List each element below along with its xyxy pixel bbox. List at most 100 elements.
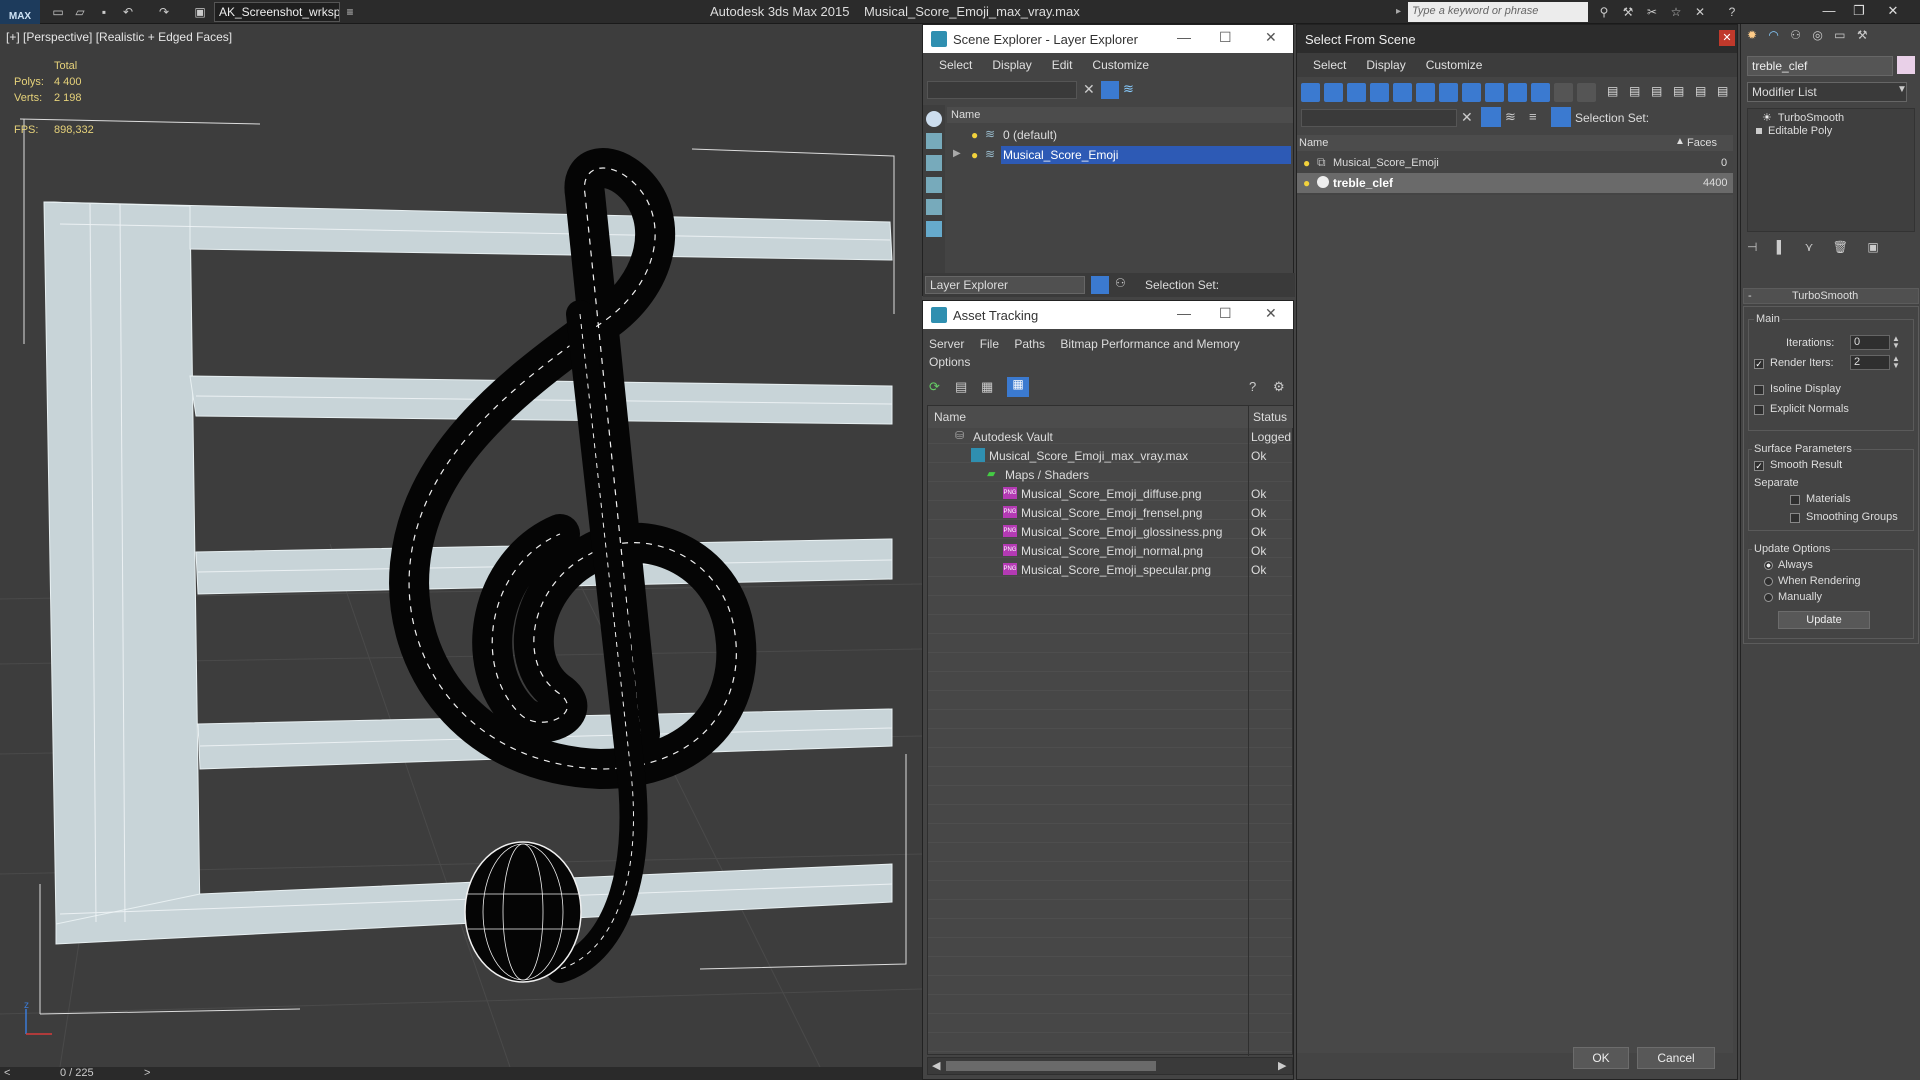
hierarchy-icon[interactable] [1551, 107, 1571, 127]
subscription-icon[interactable]: ✂ [1644, 4, 1660, 20]
column-header-name[interactable]: Name [928, 406, 1248, 428]
display-cameras-icon[interactable] [926, 199, 942, 215]
remove-modifier-icon[interactable]: 🗑 [1833, 240, 1848, 254]
collapse-icon[interactable]: ▤ [1717, 84, 1733, 100]
close-icon[interactable]: ✕ [1265, 29, 1277, 46]
select-from-scene-titlebar[interactable]: Select From Scene ✕ [1297, 25, 1737, 53]
asset-row[interactable]: Musical_Score_Emoji_max_vray.max Ok [927, 446, 1293, 465]
always-radio[interactable] [1764, 561, 1773, 570]
render-iters-spinner[interactable]: 2 [1850, 355, 1890, 370]
filter-icon[interactable] [1481, 107, 1501, 127]
filter-toggle-icon[interactable]: ▤ [1673, 84, 1689, 100]
display-tab-icon[interactable]: ▭ [1834, 28, 1845, 42]
scroll-right-icon[interactable]: ▶ [1278, 1059, 1286, 1072]
explicit-normals-checkbox[interactable] [1754, 405, 1764, 415]
expand-arrow-icon[interactable]: ▶ [953, 148, 961, 159]
hierarchy-icon[interactable]: ⚇ [1115, 276, 1133, 294]
shapes-filter-icon[interactable] [1347, 83, 1366, 102]
new-file-icon[interactable]: ▭ [50, 4, 66, 20]
asset-row[interactable]: PNG Musical_Score_Emoji_diffuse.png Ok [927, 484, 1293, 503]
help-icon[interactable]: ? [1724, 4, 1740, 20]
isoline-checkbox[interactable] [1754, 385, 1764, 395]
asset-row[interactable]: ▰ Maps / Shaders [927, 465, 1293, 484]
minimize-button[interactable]: — [1816, 3, 1842, 21]
asset-row[interactable]: ⛁ Autodesk Vault Logged [927, 427, 1293, 446]
select-none-icon[interactable]: ▤ [1629, 84, 1645, 100]
layer-row-musical-score[interactable]: ▶ ● ≋ Musical_Score_Emoji [947, 145, 1293, 165]
smooth-result-checkbox[interactable]: ✓ [1754, 461, 1764, 471]
workspace-dropdown[interactable]: AK_Screenshot_wrksp [214, 2, 340, 22]
rollout-collapse[interactable]: - [1748, 290, 1752, 302]
menu-file[interactable]: File [980, 337, 999, 351]
display-lights-icon[interactable] [926, 177, 942, 193]
motion-tab-icon[interactable]: ◎ [1812, 28, 1822, 42]
column-header-name[interactable]: Name [947, 107, 1293, 123]
utilities-tab-icon[interactable]: ⚒ [1857, 28, 1868, 42]
xrefs-filter-icon[interactable] [1485, 83, 1504, 102]
menu-display[interactable]: Display [1356, 58, 1415, 72]
save-icon[interactable]: ▪ [96, 4, 112, 20]
display-helpers-icon[interactable] [926, 221, 942, 237]
asset-tracking-titlebar[interactable]: Asset Tracking — ☐ ✕ [923, 301, 1293, 329]
object-name-field[interactable]: treble_clef [1747, 56, 1893, 76]
turbosmooth-rollout-header[interactable]: - TurboSmooth [1743, 288, 1919, 304]
cameras-filter-icon[interactable] [1393, 83, 1412, 102]
display-objects-icon[interactable] [926, 111, 942, 127]
scene-search-input[interactable] [927, 81, 1077, 99]
smoothing-groups-checkbox[interactable] [1790, 513, 1800, 523]
scene-explorer-titlebar[interactable]: Scene Explorer - Layer Explorer — ☐ ✕ [923, 25, 1293, 53]
table-view-icon[interactable]: ▦ [1007, 377, 1029, 397]
viewport-label[interactable]: [+] [Perspective] [Realistic + Edged Fac… [6, 30, 232, 44]
column-header-name[interactable]: Name [1299, 137, 1328, 149]
object-color-swatch[interactable] [1897, 56, 1915, 74]
favorites-star-icon[interactable]: ☆ [1668, 4, 1684, 20]
tools-icon[interactable]: ⚒ [1620, 4, 1636, 20]
timeline-next-button[interactable]: > [144, 1067, 150, 1079]
app-logo-icon[interactable]: MAX [0, 0, 40, 24]
light-bulb-icon[interactable]: ● [1303, 156, 1310, 170]
create-tab-icon[interactable]: ✹ [1747, 28, 1757, 42]
update-button[interactable]: Update [1778, 611, 1870, 629]
timeline-prev-button[interactable]: < [4, 1067, 10, 1079]
cancel-button[interactable]: Cancel [1637, 1047, 1715, 1069]
refresh-icon[interactable]: ⟳ [929, 379, 940, 395]
invert-selection-icon[interactable]: ▤ [1651, 84, 1667, 100]
layer-manager-icon[interactable] [1091, 276, 1109, 294]
list-view-icon[interactable]: ▤ [955, 379, 967, 395]
make-unique-icon[interactable]: ⋎ [1805, 240, 1814, 254]
chevron-down-icon[interactable]: ▼ [1897, 84, 1907, 95]
menu-edit[interactable]: Edit [1042, 58, 1083, 72]
menu-bitmap-performance[interactable]: Bitmap Performance and Memory [1060, 337, 1239, 351]
stack-item-editable-poly[interactable]: Editable Poly [1748, 125, 1914, 141]
scene-search-input[interactable] [1301, 109, 1457, 127]
redo-icon[interactable]: ↷ [156, 4, 172, 20]
menu-server[interactable]: Server [929, 337, 964, 351]
spinner-arrows-icon[interactable]: ▲ ▼ [1892, 355, 1900, 370]
stack-item-turbosmooth[interactable]: ☀ TurboSmooth [1748, 109, 1914, 125]
modifier-list-dropdown[interactable]: Modifier List [1747, 82, 1907, 102]
layers-icon[interactable]: ≋ [1505, 109, 1516, 125]
close-icon[interactable]: ✕ [1265, 305, 1277, 322]
project-folder-icon[interactable]: ▣ [192, 4, 208, 20]
materials-checkbox[interactable] [1790, 495, 1800, 505]
display-all-icon[interactable] [1301, 83, 1320, 102]
minimize-icon[interactable]: — [1177, 29, 1191, 45]
when-rendering-radio[interactable] [1764, 577, 1773, 586]
lights-filter-icon[interactable] [1370, 83, 1389, 102]
hierarchy-tab-icon[interactable]: ⚇ [1790, 28, 1801, 42]
light-bulb-icon[interactable]: ● [971, 128, 978, 142]
modify-tab-icon[interactable]: ◠ [1768, 28, 1778, 42]
asset-row[interactable]: PNG Musical_Score_Emoji_specular.png Ok [927, 560, 1293, 579]
show-end-result-icon[interactable]: ▌ [1777, 240, 1786, 254]
frozen-filter-icon[interactable] [1554, 83, 1573, 102]
menu-paths[interactable]: Paths [1014, 337, 1045, 351]
render-iters-checkbox[interactable]: ✓ [1754, 359, 1764, 369]
menu-customize[interactable]: Customize [1082, 58, 1159, 72]
display-geometry-icon[interactable] [926, 133, 942, 149]
layer-row-default[interactable]: ● ≋ 0 (default) [947, 125, 1293, 145]
menu-select[interactable]: Select [1303, 58, 1356, 72]
clear-search-icon[interactable]: ✕ [1083, 81, 1095, 98]
perspective-viewport[interactable]: [+] [Perspective] [Realistic + Edged Fac… [0, 24, 922, 1067]
manually-radio[interactable] [1764, 593, 1773, 602]
light-bulb-icon[interactable]: ● [971, 148, 978, 162]
